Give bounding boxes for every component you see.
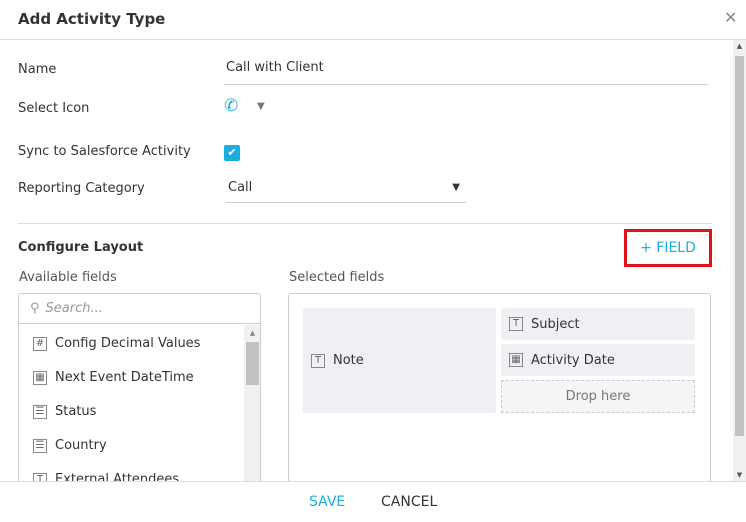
cancel-button[interactable]: CANCEL [381, 494, 437, 510]
divider [0, 39, 746, 40]
text-icon: T [311, 353, 325, 368]
list-icon: ☰ [33, 438, 47, 453]
scrollbar-thumb[interactable] [735, 56, 744, 436]
list-item[interactable]: # Config Decimal Values [33, 336, 200, 351]
selected-fields-label: Selected fields [289, 270, 385, 285]
chevron-down-icon: ▼ [452, 182, 460, 193]
scrollbar-thumb[interactable] [246, 342, 259, 385]
item-label: Next Event DateTime [55, 370, 194, 385]
category-label: Reporting Category [18, 181, 145, 196]
dialog-title: Add Activity Type [18, 10, 166, 28]
list-icon: ☰ [33, 404, 47, 419]
name-label: Name [18, 62, 57, 77]
selected-field-activity-date[interactable]: ▦ Activity Date [501, 344, 695, 376]
selected-fields-area: T Note T Subject ▦ Activity Date Drop here [288, 293, 711, 503]
search-placeholder: Search... [45, 301, 103, 316]
text-icon: T [509, 317, 523, 331]
field-label: Note [333, 353, 364, 368]
search-icon: ⚲ [30, 301, 40, 316]
list-scrollbar[interactable]: ▲ [244, 325, 260, 502]
available-fields-list: ⚲ Search... # Config Decimal Values ▦ Next… [18, 293, 261, 503]
field-label: Subject [531, 316, 580, 332]
calendar-icon: ▦ [509, 353, 523, 367]
dialog-scrollbar[interactable]: ▲ ▼ [733, 40, 746, 481]
list-item[interactable]: ☰ Country [33, 438, 107, 453]
sync-label: Sync to Salesforce Activity [18, 144, 191, 159]
list-item[interactable]: ▦ Next Event DateTime [33, 370, 194, 385]
search-input[interactable]: ⚲ Search... [19, 294, 260, 324]
item-label: Country [55, 438, 107, 453]
name-value: Call with Client [226, 60, 324, 75]
chevron-down-icon[interactable]: ▼ [257, 101, 265, 112]
calendar-icon: ▦ [33, 370, 47, 385]
list-item[interactable]: ☰ Status [33, 404, 96, 419]
item-label: Config Decimal Values [55, 336, 201, 351]
sync-checkbox[interactable]: ✔ [224, 145, 240, 161]
configure-layout-title: Configure Layout [18, 240, 144, 255]
name-input[interactable]: Call with Client [224, 60, 708, 85]
field-label: Activity Date [531, 352, 615, 368]
select-icon-label: Select Icon [18, 101, 90, 116]
drop-zone[interactable]: Drop here [501, 380, 695, 413]
save-button[interactable]: SAVE [309, 494, 345, 510]
phone-icon[interactable]: ✆ [224, 96, 238, 116]
available-fields-label: Available fields [19, 270, 117, 285]
dialog-footer: SAVE CANCEL [0, 481, 746, 522]
item-label: Status [55, 404, 97, 419]
number-icon: # [33, 336, 47, 351]
selected-field-subject[interactable]: T Subject [501, 308, 695, 340]
close-icon[interactable]: ✕ [724, 8, 737, 27]
category-select[interactable]: Call ▼ [226, 176, 466, 203]
selected-field-note[interactable]: T Note [303, 308, 496, 413]
category-value: Call [228, 180, 253, 195]
divider [18, 223, 712, 224]
add-field-button[interactable]: + FIELD [624, 229, 712, 267]
